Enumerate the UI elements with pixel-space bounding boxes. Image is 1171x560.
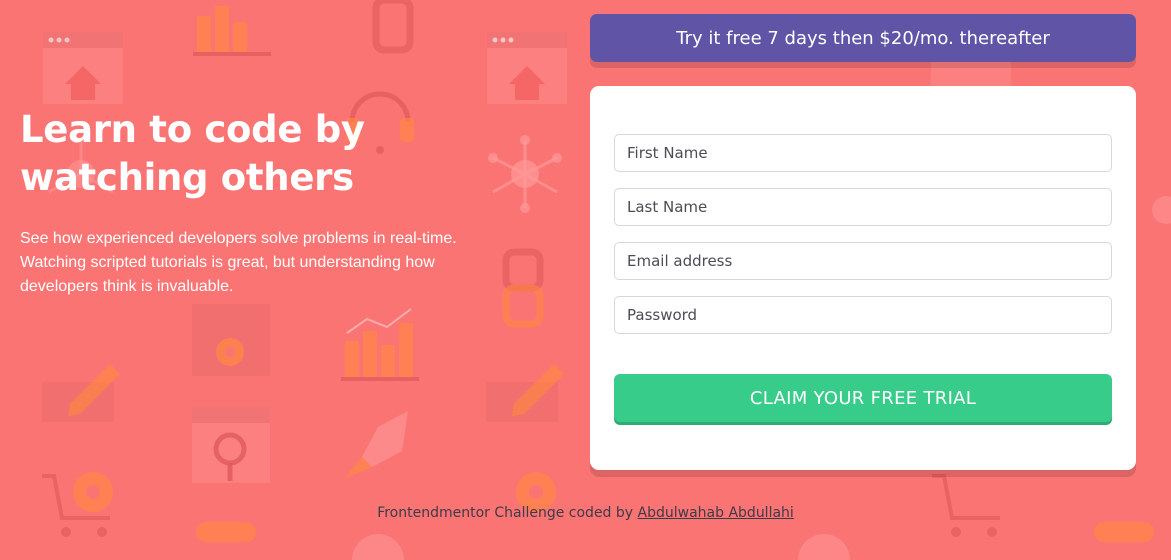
hero-title-line-1: Learn to code by	[20, 108, 365, 151]
rocket-icon	[338, 405, 418, 485]
globe-icon	[784, 520, 864, 560]
hero-title: Learn to code by watching others	[20, 106, 480, 202]
footer-prefix: Frontendmentor Challenge coded by	[377, 505, 638, 521]
hero-title-line-2: watching others	[20, 156, 354, 199]
promo-text: Try it free 7 days then $20/mo. thereaft…	[676, 27, 1050, 49]
bar-chart-icon	[341, 305, 421, 381]
gear-icon	[192, 298, 272, 378]
first-name-field[interactable]	[614, 134, 1112, 172]
hero-description: See how experienced developers solve pro…	[20, 230, 457, 295]
globe-icon	[338, 520, 418, 560]
pencil-icon	[40, 360, 124, 424]
author-link[interactable]: Abdulwahab Abdullahi	[638, 505, 794, 521]
chain-link-icon	[370, 0, 420, 56]
promo-banner: Try it free 7 days then $20/mo. thereaft…	[590, 14, 1136, 62]
signup-form: CLAIM YOUR FREE TRIAL	[590, 86, 1136, 470]
password-field[interactable]	[614, 296, 1112, 334]
bar-chart-icon	[193, 0, 273, 56]
network-icon	[1136, 180, 1171, 260]
chain-link-icon	[500, 248, 550, 328]
network-icon	[485, 134, 565, 214]
last-name-field[interactable]	[614, 188, 1112, 226]
claim-free-trial-button[interactable]: CLAIM YOUR FREE TRIAL	[614, 374, 1112, 422]
browser-window-icon	[487, 32, 567, 104]
pencil-icon	[484, 360, 568, 424]
browser-window-icon	[43, 32, 123, 104]
footer-attribution: Frontendmentor Challenge coded by Abdulw…	[0, 505, 1171, 521]
magnifier-icon	[192, 407, 272, 487]
hero-section: Learn to code by watching others See how…	[20, 106, 480, 299]
email-field[interactable]	[614, 242, 1112, 280]
